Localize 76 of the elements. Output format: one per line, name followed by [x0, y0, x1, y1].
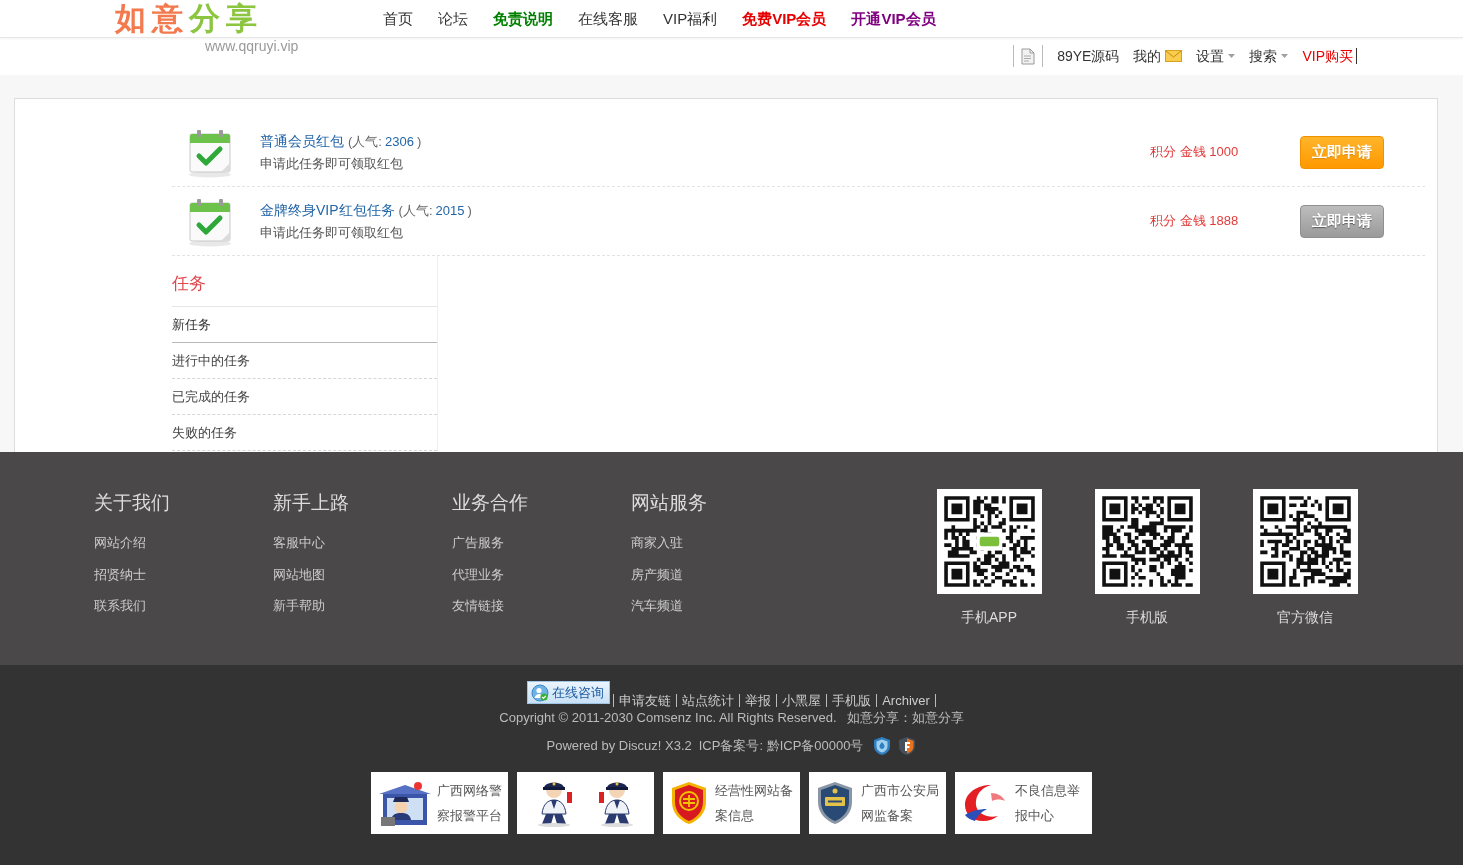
footer-link[interactable]: 友情链接: [452, 590, 631, 622]
badge-text: 不良信息举报中心: [1015, 782, 1081, 825]
badge-text: 广西市公安局网监备案: [861, 782, 940, 825]
qr-code-icon: [936, 489, 1042, 594]
police-figures-badge[interactable]: [517, 772, 654, 834]
emblem-icon[interactable]: [898, 736, 917, 756]
dropdown-link[interactable]: 设置: [1196, 45, 1236, 67]
sidebar-item[interactable]: 已完成的任务: [172, 379, 437, 415]
business-shield-icon: [669, 780, 709, 826]
reward-text: 积分 金钱 1888: [1150, 212, 1240, 231]
footer-link[interactable]: 广告服务: [452, 527, 631, 559]
task-description: 申请此任务即可领取红包: [260, 223, 404, 242]
footer-link[interactable]: 房产频道: [631, 558, 810, 590]
footer-heading: 网站服务: [631, 491, 708, 515]
qr-code-icon: [1252, 489, 1358, 594]
task-title-link[interactable]: 普通会员红包: [260, 132, 344, 149]
my-messages-link[interactable]: 我的: [1133, 45, 1183, 67]
nav-link[interactable]: 免责说明: [493, 8, 553, 29]
nav-link[interactable]: 在线客服: [578, 8, 638, 29]
qr-code-icon: [1094, 489, 1200, 594]
sidebar-item[interactable]: 进行中的任务: [172, 343, 437, 379]
powered-by-text: Powered by Discuz! X3.2: [546, 737, 692, 755]
caret-icon: [1228, 54, 1236, 58]
footer-link[interactable]: 申请友链: [613, 693, 677, 707]
footer-heading: 新手上路: [273, 491, 350, 515]
task-description: 申请此任务即可领取红包: [260, 154, 404, 173]
popularity-count: (人气: 2306 ): [348, 133, 422, 149]
dropdown-link[interactable]: 搜索: [1249, 45, 1289, 67]
nav-link[interactable]: 首页: [383, 8, 413, 29]
record-badge[interactable]: 经营性网站备案信息: [663, 772, 800, 834]
record-badge[interactable]: 不良信息举报中心: [955, 772, 1092, 834]
footer-link[interactable]: Archiver: [876, 693, 936, 707]
site-credit-text: 如意分享：如意分享: [846, 709, 964, 727]
qr-code-label: 手机版: [1126, 608, 1168, 627]
nav-link[interactable]: VIP福利: [663, 8, 718, 29]
qr-code-label: 手机APP: [961, 608, 1017, 627]
badge-text: 广西网络警察报警平台: [437, 782, 503, 825]
sidebar-item[interactable]: 失败的任务: [172, 415, 437, 451]
online-consult-button[interactable]: 在线咨询: [527, 681, 611, 704]
record-badge[interactable]: 广西网络警察报警平台: [371, 772, 508, 834]
copyright-text: Copyright © 2011-2030 Comsenz Inc. All Rights Reserved.: [499, 709, 837, 727]
footer-link[interactable]: 小黑屋: [776, 693, 827, 707]
footer-heading: 关于我们: [94, 491, 171, 515]
record-badge[interactable]: 广西市公安局网监备案: [809, 772, 946, 834]
footer-link[interactable]: 网站介绍: [94, 527, 273, 559]
site-url: www.qqruyi.vip: [205, 38, 299, 54]
badge-text: 经营性网站备案信息: [715, 782, 794, 825]
footer-link[interactable]: 招贤纳士: [94, 558, 273, 590]
footer-link[interactable]: 代理业务: [452, 558, 631, 590]
footer-link[interactable]: 网站地图: [273, 558, 452, 590]
footer-link[interactable]: 商家入驻: [631, 527, 810, 559]
sidebar-title: 任务: [172, 256, 437, 307]
icp-record-text: ICP备案号: 黔ICP备00000号: [698, 737, 864, 755]
shield-icon[interactable]: [873, 736, 892, 756]
footer-link[interactable]: 举报: [739, 693, 777, 707]
header-link[interactable]: 89YE源码: [1057, 45, 1120, 67]
footer-link[interactable]: 新手帮助: [273, 590, 452, 622]
police-booth-icon: [377, 779, 431, 827]
reward-text: 积分 金钱 1000: [1150, 143, 1240, 162]
footer-link[interactable]: 联系我们: [94, 590, 273, 622]
footer-link[interactable]: 汽车频道: [631, 590, 810, 622]
popularity-count: (人气: 2015 ): [398, 202, 472, 218]
caret-icon: [1281, 54, 1289, 58]
footer-heading: 业务合作: [452, 491, 529, 515]
nav-link[interactable]: 论坛: [438, 8, 468, 29]
footer-link[interactable]: 手机版: [826, 693, 877, 707]
sidebar-item[interactable]: 新任务: [172, 307, 437, 343]
support-agent-icon: [531, 683, 550, 702]
footer-link[interactable]: 客服中心: [273, 527, 452, 559]
nav-link[interactable]: 免费VIP会员: [742, 8, 827, 29]
nav-link[interactable]: 开通VIP会员: [851, 8, 936, 29]
highlight-link[interactable]: VIP购买: [1302, 48, 1357, 64]
qr-code-label: 官方微信: [1277, 608, 1333, 627]
mail-icon: [1165, 50, 1183, 62]
police-shield-icon: [815, 780, 855, 826]
footer-link[interactable]: 站点统计: [676, 693, 740, 707]
